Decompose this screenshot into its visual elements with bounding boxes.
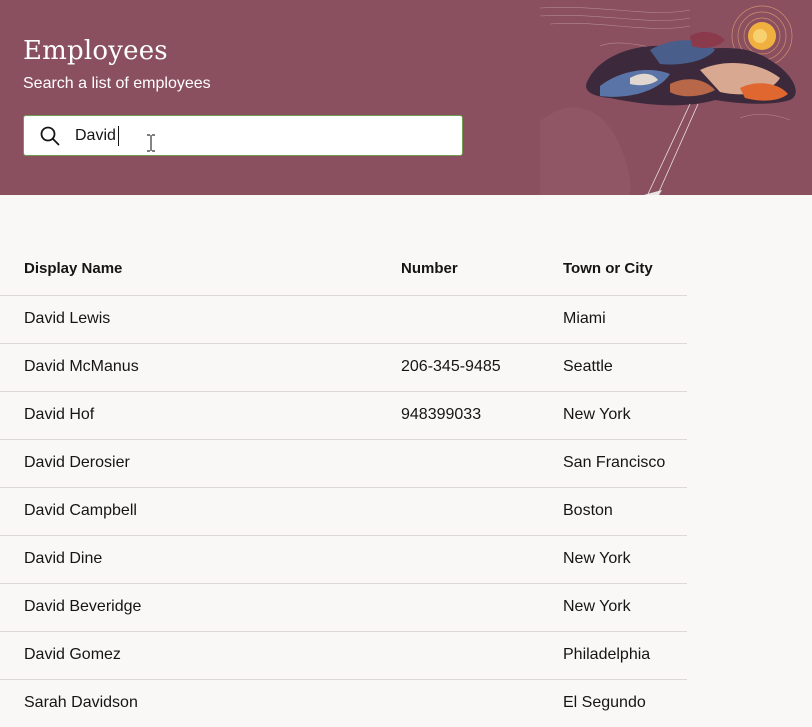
table-row[interactable]: Sarah Davidson El Segundo	[0, 680, 687, 727]
text-caret	[118, 126, 119, 146]
table-header: Display Name Number Town or City	[0, 244, 687, 296]
search-input[interactable]	[75, 122, 445, 150]
cell-display-name: David Hof	[24, 406, 95, 423]
cell-town-or-city: Miami	[563, 310, 606, 327]
cell-town-or-city: New York	[563, 406, 631, 423]
table-row[interactable]: David Dine New York	[0, 536, 687, 584]
table-row[interactable]: David Beveridge New York	[0, 584, 687, 632]
employees-table: Display Name Number Town or City David L…	[0, 244, 687, 727]
cell-display-name: David Dine	[24, 550, 103, 567]
table-row[interactable]: David Gomez Philadelphia	[0, 632, 687, 680]
table-row[interactable]: David Lewis Miami	[0, 296, 687, 344]
cell-display-name: David Gomez	[24, 646, 121, 663]
header-illustration	[540, 5, 796, 195]
search-box[interactable]	[23, 115, 463, 156]
table-row[interactable]: David Derosier San Francisco	[0, 440, 687, 488]
ibeam-cursor-icon	[147, 134, 155, 152]
table-row[interactable]: David McManus 206-345-9485 Seattle	[0, 344, 687, 392]
cell-town-or-city: New York	[563, 598, 631, 615]
cell-display-name: David Beveridge	[24, 598, 142, 615]
cell-town-or-city: New York	[563, 550, 631, 567]
cell-number: 948399033	[401, 406, 482, 423]
cell-display-name: David Derosier	[24, 454, 130, 471]
cell-town-or-city: San Francisco	[563, 454, 666, 471]
column-header-number[interactable]: Number	[401, 260, 458, 277]
search-icon	[40, 126, 60, 146]
cell-display-name: David McManus	[24, 358, 139, 375]
cell-number: 206-345-9485	[401, 358, 501, 375]
cell-display-name: David Campbell	[24, 502, 137, 519]
page-title: Employees	[23, 36, 168, 66]
table-row[interactable]: David Campbell Boston	[0, 488, 687, 536]
cell-town-or-city: Seattle	[563, 358, 613, 375]
table-row[interactable]: David Hof 948399033 New York	[0, 392, 687, 440]
cell-town-or-city: Philadelphia	[563, 646, 651, 663]
cell-display-name: Sarah Davidson	[24, 694, 138, 711]
page-header: Employees Search a list of employees	[0, 0, 812, 195]
cell-display-name: David Lewis	[24, 310, 111, 327]
cell-town-or-city: Boston	[563, 502, 613, 519]
cell-town-or-city: El Segundo	[563, 694, 646, 711]
column-header-display-name[interactable]: Display Name	[24, 260, 122, 277]
column-header-town-or-city[interactable]: Town or City	[563, 260, 653, 277]
page-subtitle: Search a list of employees	[23, 75, 211, 92]
